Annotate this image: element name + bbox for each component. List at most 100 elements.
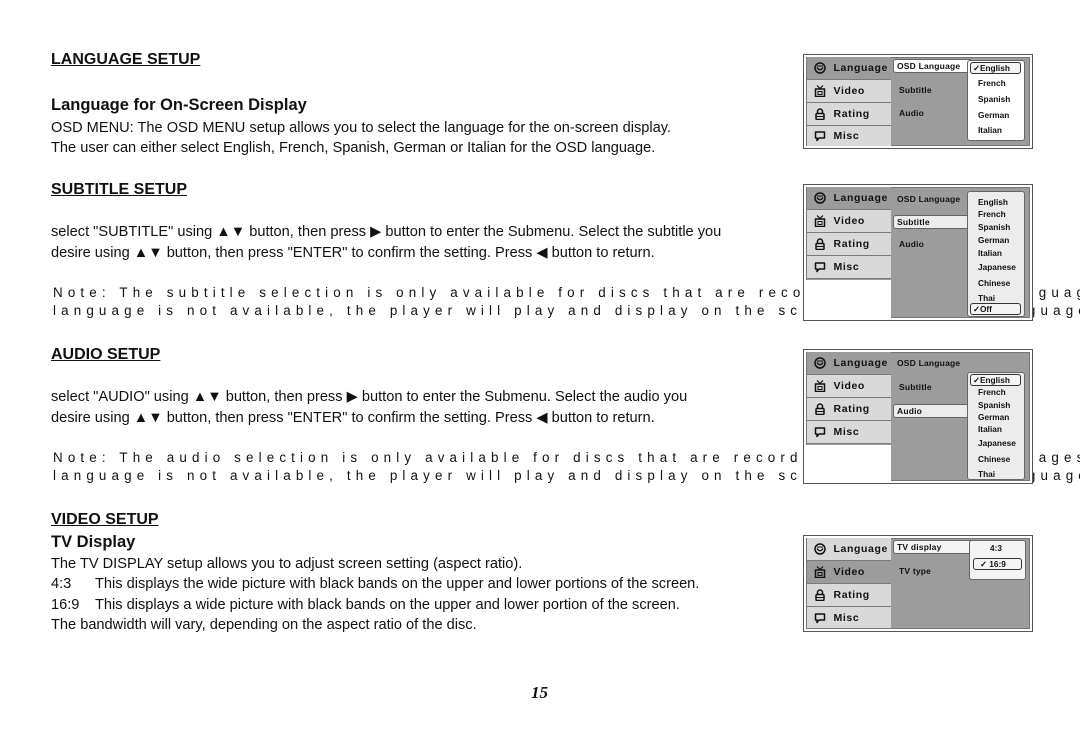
audio-dropdown: ✓English French Spanish German Italian J… [967,372,1025,480]
osd-menu-audio[interactable]: Audio [899,239,924,249]
osd-sidebar-misc[interactable]: Misc [807,126,891,146]
osd-sidebar-rating[interactable]: Rating [807,103,891,126]
option[interactable]: Thai [968,469,1024,479]
option[interactable]: Japanese [968,438,1024,448]
osd-menu-tv-display[interactable]: TV display [893,540,973,554]
osd-panel-tv-display: Language Video Rating Misc TV display TV… [803,535,1033,632]
osd-menu-audio[interactable]: Audio [899,108,924,118]
sidebar-label: Rating [833,589,870,601]
tv-icon [810,215,830,227]
option[interactable]: Chinese [968,454,1024,464]
sidebar-label: Rating [833,238,870,250]
audio-line-2: desire using ▲▼ button, then press "ENTE… [51,410,655,426]
smiley-icon [810,192,830,204]
lock-icon [810,589,830,601]
option[interactable]: Italian [968,424,1024,434]
option[interactable]: English [968,197,1024,207]
subtitle-line-1: select "SUBTITLE" using ▲▼ button, then … [51,224,722,240]
sidebar-label: Language [833,192,888,204]
audio-setup-heading: AUDIO SETUP [51,346,161,363]
osd-menu-audio[interactable]: Audio [893,404,969,418]
option[interactable]: Spanish [968,222,1024,232]
option-selected[interactable]: ✓ 16:9 [973,558,1022,570]
option[interactable]: Thai [968,293,1024,303]
option[interactable]: French [968,387,1024,397]
audio-line-1: select "AUDIO" using ▲▼ button, then pre… [51,389,688,405]
osd-sidebar-rating[interactable]: Rating [807,398,891,421]
option[interactable]: Italian [968,125,1024,135]
language-line-2: The user can either select English, Fren… [51,140,656,156]
osd-menu-osd-language[interactable]: OSD Language [897,194,960,204]
video-line-2: This displays the wide picture with blac… [95,576,700,592]
speech-bubble-icon [810,130,830,142]
speech-bubble-icon [810,612,830,624]
option[interactable]: German [968,412,1024,422]
video-line-1: The TV DISPLAY setup allows you to adjus… [51,556,523,572]
option[interactable]: Spanish [968,94,1024,104]
sidebar-label: Language [833,357,888,369]
option[interactable]: 4:3 [970,543,1025,553]
option[interactable]: German [968,110,1024,120]
sidebar-label: Video [833,85,865,97]
speech-bubble-icon [810,426,830,438]
tv-icon [810,566,830,578]
sidebar-label: Misc [833,130,860,142]
subtitle-line-2: desire using ▲▼ button, then press "ENTE… [51,245,655,261]
osd-sidebar-rating[interactable]: Rating [807,233,891,256]
osd-sidebar-video[interactable]: Video [807,210,891,233]
smiley-icon [810,543,830,555]
lock-icon [810,238,830,250]
sidebar-label: Video [833,566,865,578]
option[interactable]: Japanese [968,262,1024,272]
osd-menu-subtitle[interactable]: Subtitle [893,215,969,229]
osd-menu-osd-language[interactable]: OSD Language [897,358,960,368]
language-line-1: OSD MENU: The OSD MENU setup allows you … [51,120,671,136]
smiley-icon [810,62,830,74]
osd-sidebar-video[interactable]: Video [807,375,891,398]
lock-icon [810,108,830,120]
osd-sidebar-rating[interactable]: Rating [807,584,891,607]
option[interactable]: Spanish [968,400,1024,410]
osd-menu-osd-language[interactable]: OSD Language [893,59,971,73]
option-selected[interactable]: ✓English [970,62,1021,74]
sidebar-label: Misc [833,611,860,624]
osd-menu-tv-type[interactable]: TV type [899,566,931,576]
osd-language-dropdown: ✓English French Spanish German Italian [967,60,1025,141]
osd-panel-audio: Language Video Rating Misc OSD Language … [803,349,1033,484]
osd-menu-subtitle[interactable]: Subtitle [899,382,932,392]
label-4-3: 4:3 [51,576,72,592]
option[interactable]: German [968,235,1024,245]
option[interactable]: French [968,209,1024,219]
sidebar-label: Misc [833,261,860,273]
osd-sidebar-misc[interactable]: Misc [807,421,891,444]
osd-panel-subtitle: Language Video Rating Misc OSD Language … [803,184,1033,321]
osd-sidebar-language[interactable]: Language [807,538,891,561]
option-selected[interactable]: ✓Off [970,303,1021,315]
text-overlap-area [805,445,891,482]
tv-display-subheading: TV Display [51,533,136,551]
sidebar-label: Misc [833,426,860,438]
video-line-4: The bandwidth will vary, depending on th… [51,617,477,633]
smiley-icon [810,357,830,369]
sidebar-label: Language [833,62,888,74]
osd-sidebar-video[interactable]: Video [807,80,891,103]
osd-sidebar-language[interactable]: Language [807,187,891,210]
osd-sidebar-misc[interactable]: Misc [807,607,891,628]
subtitle-setup-heading: SUBTITLE SETUP [51,181,188,198]
video-setup-heading: VIDEO SETUP [51,511,159,528]
option-selected[interactable]: ✓English [970,374,1021,386]
tv-display-dropdown: 4:3 ✓ 16:9 [969,540,1026,580]
osd-sidebar-video[interactable]: Video [807,561,891,584]
sidebar-label: Rating [833,108,870,120]
osd-menu-subtitle[interactable]: Subtitle [899,85,932,95]
osd-sidebar-language[interactable]: Language [807,57,891,80]
option[interactable]: Chinese [968,278,1024,288]
option[interactable]: French [968,78,1024,88]
sidebar-label: Language [833,543,888,555]
osd-language-subheading: Language for On-Screen Display [51,96,307,114]
option[interactable]: Italian [968,248,1024,258]
osd-sidebar-language[interactable]: Language [807,352,891,375]
sidebar-label: Rating [833,403,870,415]
osd-sidebar-misc[interactable]: Misc [807,256,891,279]
sidebar-label: Video [833,380,865,392]
